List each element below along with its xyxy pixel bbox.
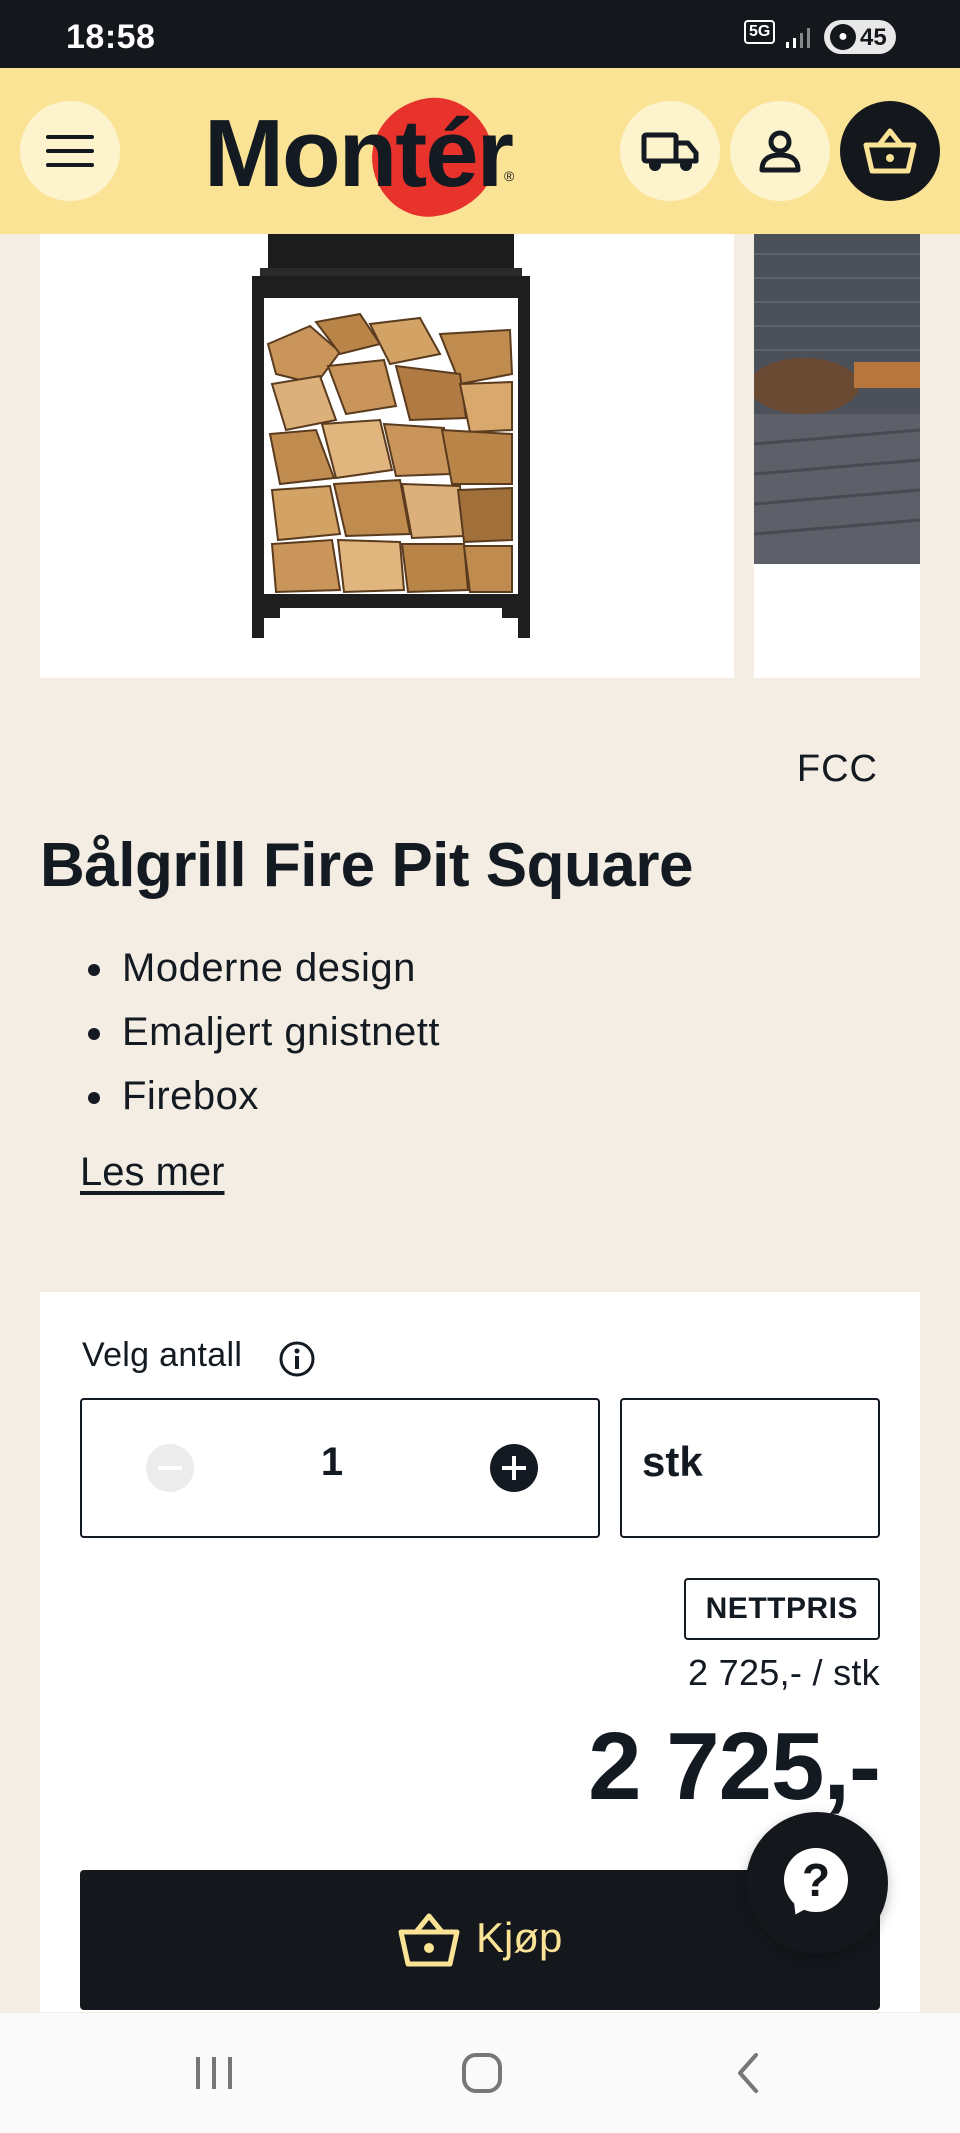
delivery-truck-icon: [641, 132, 699, 171]
total-price: 2 725,-: [588, 1713, 881, 1820]
feature-item: Moderne design: [88, 936, 440, 1000]
read-more-link[interactable]: Les mer: [80, 1150, 225, 1195]
feature-item: Firebox: [88, 1064, 440, 1128]
montér-logo[interactable]: Montér ®: [204, 90, 524, 224]
decrease-quantity-button[interactable]: [146, 1444, 194, 1492]
account-button[interactable]: [730, 101, 830, 201]
status-time: 18:58: [66, 18, 156, 56]
logo-text: Montér: [204, 100, 514, 207]
buy-button-label: Kjøp: [476, 1914, 563, 1961]
cart-button[interactable]: [840, 101, 940, 201]
delivery-button[interactable]: [620, 101, 720, 201]
shopping-basket-icon: [863, 128, 917, 174]
status-bar: 18:58 5G ● 45: [0, 0, 960, 68]
recent-apps-icon[interactable]: [184, 2043, 244, 2103]
feature-item: Emaljert gnistnett: [88, 1000, 440, 1064]
menu-icon: [46, 135, 94, 167]
product-features: Moderne design Emaljert gnistnett Firebo…: [88, 936, 440, 1128]
lifestyle-photo-image: [754, 234, 920, 564]
shopping-basket-icon: [398, 1913, 460, 1967]
fire-pit-image: [252, 234, 530, 638]
battery-saver-icon: ●: [830, 24, 856, 50]
signal-icon: [786, 28, 810, 48]
network-indicator: 5G: [744, 20, 776, 44]
price-type-badge: NETTPRIS: [683, 1578, 880, 1640]
quantity-stepper: 1: [80, 1398, 600, 1538]
product-brand[interactable]: FCC: [797, 748, 878, 791]
back-icon[interactable]: [720, 2043, 780, 2103]
info-icon[interactable]: [278, 1340, 316, 1378]
product-image-secondary[interactable]: [754, 234, 920, 678]
quantity-label: Velg antall: [82, 1336, 243, 1374]
unit-selector[interactable]: stk: [620, 1398, 880, 1538]
logo-registered: ®: [504, 168, 515, 184]
home-icon[interactable]: [452, 2043, 512, 2103]
battery-indicator: ● 45: [824, 20, 896, 54]
site-header: Montér ®: [0, 68, 960, 234]
quantity-value[interactable]: 1: [282, 1440, 382, 1485]
system-nav-bar: [0, 2013, 960, 2133]
help-chat-button[interactable]: ?: [746, 1812, 888, 1954]
product-image[interactable]: [40, 234, 734, 678]
menu-button[interactable]: [20, 101, 120, 201]
increase-quantity-button[interactable]: [490, 1444, 538, 1492]
user-icon: [759, 130, 801, 173]
product-title: Bålgrill Fire Pit Square: [40, 831, 693, 900]
unit-price: 2 725,- / stk: [688, 1652, 880, 1693]
battery-level: 45: [860, 24, 887, 51]
help-icon: ?: [784, 1848, 848, 1912]
